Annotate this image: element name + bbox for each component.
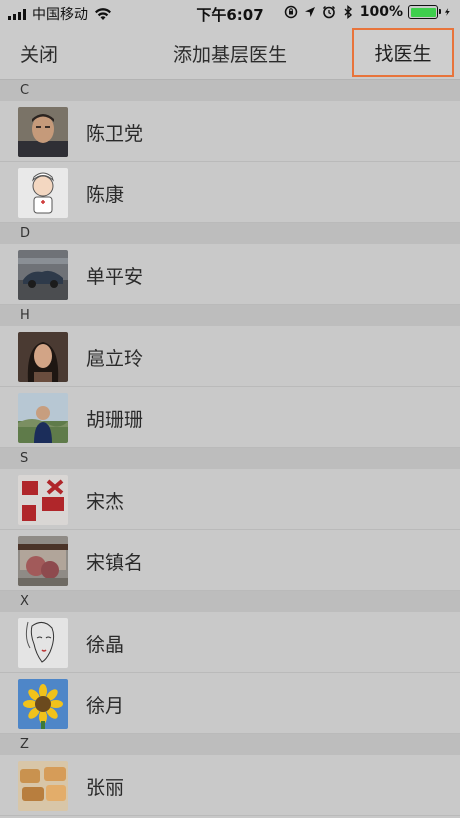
- section-header-x: X: [0, 591, 460, 612]
- rotation-lock-icon: [284, 5, 297, 19]
- doctor-name: 单平安: [86, 266, 144, 288]
- section-header-c: C: [0, 80, 460, 101]
- avatar: [18, 393, 68, 443]
- battery-icon: [408, 5, 441, 19]
- doctor-name: 宋镇名: [86, 552, 144, 574]
- doctor-row[interactable]: 扈立玲: [0, 326, 460, 387]
- bluetooth-icon: [344, 5, 352, 19]
- doctor-name: 陈卫党: [86, 123, 144, 145]
- avatar: [18, 250, 68, 300]
- avatar: [18, 332, 68, 382]
- close-button[interactable]: 关闭: [20, 40, 58, 67]
- alarm-icon: [322, 5, 335, 19]
- avatar: [18, 761, 68, 811]
- doctor-name: 徐晶: [86, 634, 125, 656]
- section-header-z: Z: [0, 734, 460, 755]
- section-header-d: D: [0, 223, 460, 244]
- find-doctor-button[interactable]: 找医生: [352, 28, 454, 77]
- avatar: [18, 679, 68, 729]
- avatar: [18, 618, 68, 668]
- doctor-list: C 陈卫党 陈康 D 单平安 H 扈立玲 胡珊珊 S 宋杰 宋镇名 X 徐晶 徐…: [0, 80, 460, 816]
- avatar: [18, 475, 68, 525]
- avatar: [18, 107, 68, 157]
- doctor-row[interactable]: 陈卫党: [0, 101, 460, 162]
- doctor-name: 胡珊珊: [86, 409, 144, 431]
- doctor-row[interactable]: 单平安: [0, 244, 460, 305]
- doctor-name: 陈康: [86, 184, 125, 206]
- section-header-s: S: [0, 448, 460, 469]
- location-icon: [304, 7, 315, 17]
- doctor-name: 徐月: [86, 695, 125, 717]
- avatar: [18, 536, 68, 586]
- doctor-row[interactable]: 徐晶: [0, 612, 460, 673]
- doctor-row[interactable]: 胡珊珊: [0, 387, 460, 448]
- avatar: [18, 168, 68, 218]
- doctor-row[interactable]: 张丽: [0, 755, 460, 816]
- charging-icon: [444, 8, 450, 16]
- doctor-name: 扈立玲: [86, 348, 144, 370]
- doctor-name: 张丽: [86, 777, 125, 799]
- navigation-bar: 关闭 添加基层医生 找医生: [0, 26, 460, 80]
- doctor-row[interactable]: 陈康: [0, 162, 460, 223]
- section-header-h: H: [0, 305, 460, 326]
- doctor-name: 宋杰: [86, 491, 125, 513]
- doctor-row[interactable]: 宋杰: [0, 469, 460, 530]
- battery-percent: 100%: [359, 4, 403, 20]
- doctor-row[interactable]: 宋镇名: [0, 530, 460, 591]
- doctor-row[interactable]: 徐月: [0, 673, 460, 734]
- status-bar: 中国移动 下午6:07 100%: [0, 0, 460, 26]
